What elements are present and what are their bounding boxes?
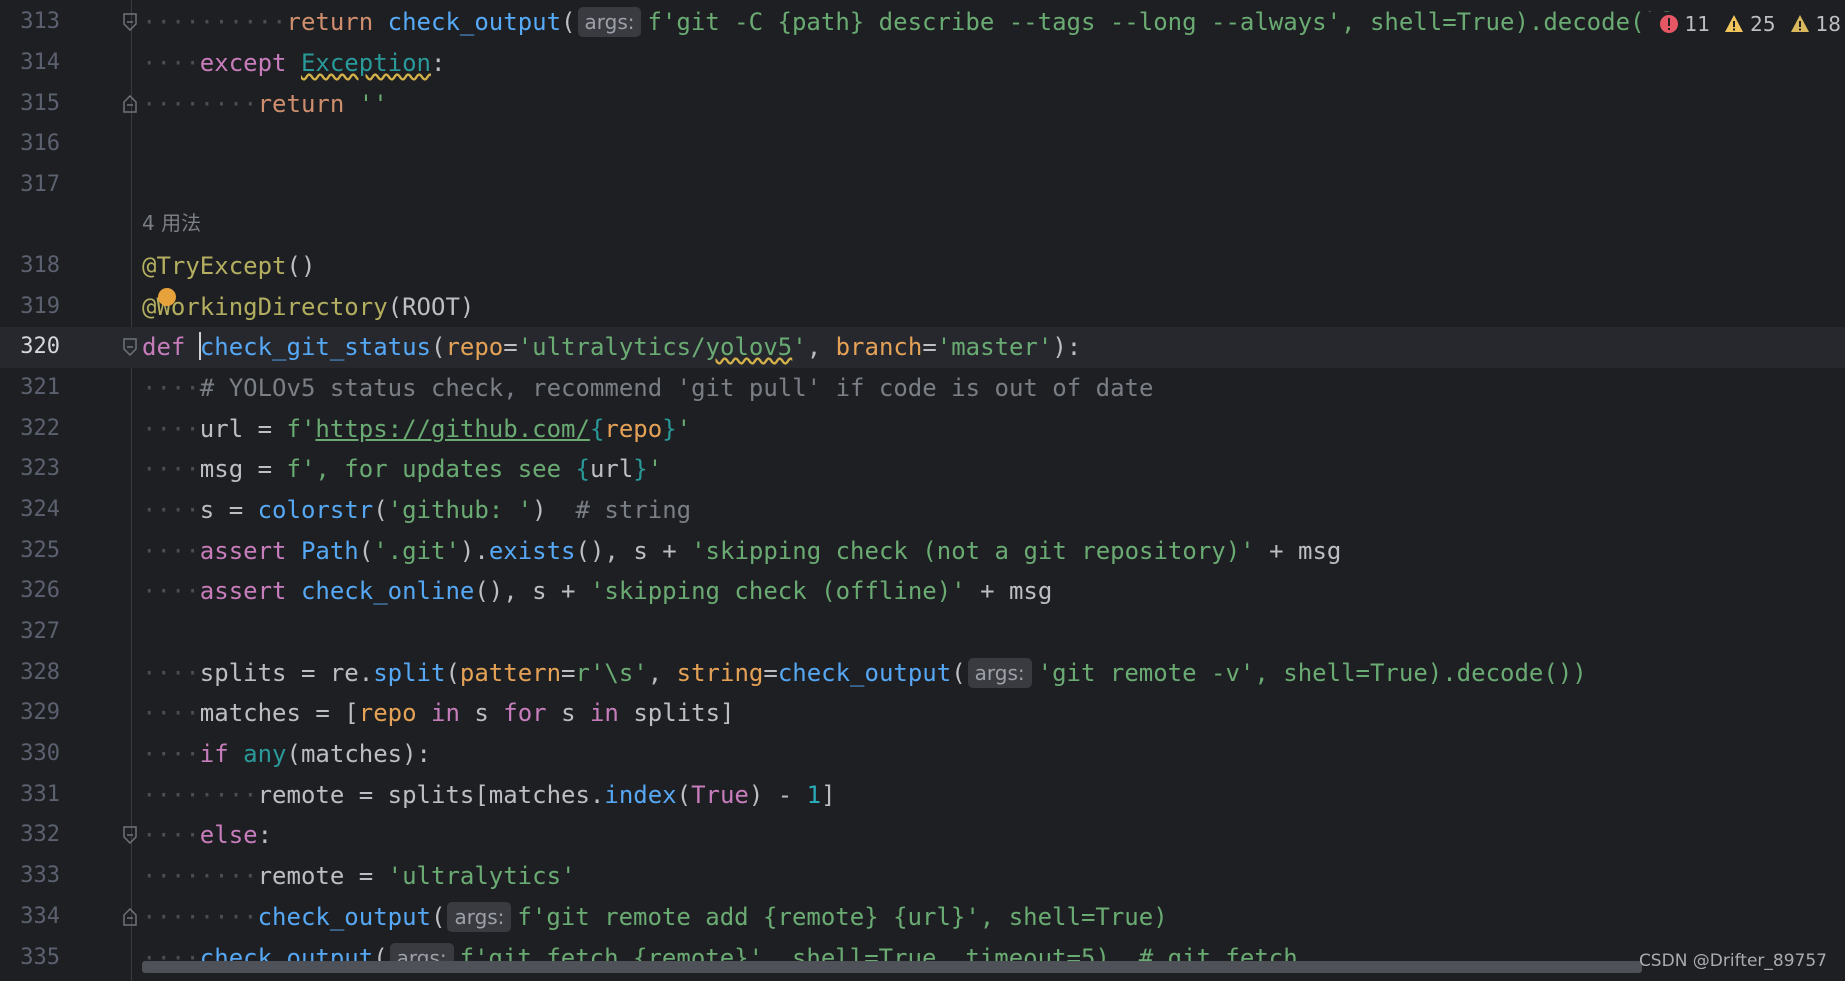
horizontal-scrollbar[interactable] [142, 961, 1642, 973]
code-line[interactable]: 323 ····msg = f', for updates see {url}' [0, 449, 1845, 490]
line-number: 317 [20, 172, 60, 197]
line-number: 319 [20, 294, 60, 319]
line-number: 313 [20, 9, 60, 34]
code-line[interactable]: 325 ····assert Path('.git').exists(), s … [0, 531, 1845, 572]
code-editor[interactable]: 313 ··········return check_output(args: f… [0, 0, 1845, 981]
line-number: 335 [20, 945, 60, 970]
code-line[interactable]: 315 ········return '' [0, 84, 1845, 125]
line-number: 316 [20, 131, 60, 156]
code-text: ····url = f'https://github.com/{repo}' [142, 415, 692, 443]
inspection-widget[interactable]: 11 25 18 [1646, 12, 1845, 36]
code-line[interactable]: 324 ····s = colorstr('github: ') # strin… [0, 490, 1845, 531]
warning-count-label: 25 [1750, 12, 1776, 36]
line-number: 314 [20, 50, 60, 75]
weak-warning-icon [1790, 15, 1809, 32]
code-text: ····assert check_online(), s + 'skipping… [142, 577, 1053, 605]
weak-warning-count[interactable]: 18 [1790, 12, 1841, 36]
code-line[interactable]: 333 ········remote = 'ultralytics' [0, 856, 1845, 897]
code-line[interactable]: 328 ····splits = re.split(pattern=r'\s',… [0, 653, 1845, 694]
fold-marker-icon[interactable] [122, 13, 138, 31]
inlay-hint: args: [967, 658, 1032, 688]
line-number: 331 [20, 782, 60, 807]
code-text: ····assert Path('.git').exists(), s + 's… [142, 537, 1342, 565]
code-text: ····s = colorstr('github: ') # string [142, 496, 692, 524]
code-line[interactable]: 331 ········remote = splits[matches.inde… [0, 775, 1845, 816]
inlay-hint: args: [447, 902, 512, 932]
code-line[interactable]: 330 ····if any(matches): [0, 734, 1845, 775]
code-line[interactable]: 313 ··········return check_output(args: f… [0, 2, 1845, 43]
code-text: ········remote = splits[matches.index(Tr… [142, 781, 836, 809]
code-text: ····else: [142, 821, 273, 849]
line-number: 323 [20, 456, 60, 481]
code-line[interactable]: 334 ········check_output(args: f'git remo… [0, 897, 1845, 938]
intention-bulb-icon[interactable] [158, 288, 176, 306]
watermark: CSDN @Drifter_89757 [1638, 951, 1827, 971]
code-text: @WorkingDirectory(ROOT) [142, 293, 475, 321]
line-number: 329 [20, 700, 60, 725]
code-text: ··········return check_output(args: f'git… [142, 7, 1717, 37]
code-line[interactable]: 321 ····# YOLOv5 status check, recommend… [0, 368, 1845, 409]
code-line[interactable]: 322 ····url = f'https://github.com/{repo… [0, 409, 1845, 450]
line-number: 321 [20, 375, 60, 400]
code-line[interactable]: 332 ····else: [0, 815, 1845, 856]
warning-count[interactable]: 25 [1724, 12, 1776, 36]
error-count[interactable]: 11 [1659, 12, 1710, 36]
line-number: 332 [20, 822, 60, 847]
code-text: ····except Exception: [142, 49, 446, 77]
fold-marker-icon[interactable] [122, 338, 138, 356]
line-number: 315 [20, 91, 60, 116]
fold-marker-icon[interactable] [122, 826, 138, 844]
line-number: 320 [20, 334, 60, 359]
code-line[interactable]: 327 [0, 612, 1845, 653]
code-text: ········return '' [142, 90, 388, 118]
code-text: ····splits = re.split(pattern=r'\s', str… [142, 658, 1587, 688]
line-number: 327 [20, 619, 60, 644]
line-number: 322 [20, 416, 60, 441]
code-line[interactable]: 317 [0, 165, 1845, 206]
code-text: ········check_output(args: f'git remote a… [142, 902, 1168, 932]
code-text: def check_git_status(repo='ultralytics/y… [142, 332, 1082, 361]
line-number: 318 [20, 253, 60, 278]
code-text: ····msg = f', for updates see {url}' [142, 455, 663, 483]
line-number: 324 [20, 497, 60, 522]
weak-warning-count-label: 18 [1815, 12, 1841, 36]
code-text: ····# YOLOv5 status check, recommend 'gi… [142, 374, 1154, 402]
line-number: 326 [20, 578, 60, 603]
usages-hint[interactable]: 4 用法 [142, 207, 201, 236]
code-line-current[interactable]: 320 def check_git_status(repo='ultralyti… [0, 327, 1845, 368]
code-line[interactable]: 314 ····except Exception: [0, 43, 1845, 84]
line-number: 330 [20, 741, 60, 766]
fold-marker-icon[interactable] [122, 95, 138, 113]
code-line[interactable]: 326 ····assert check_online(), s + 'skip… [0, 571, 1845, 612]
line-number: 325 [20, 538, 60, 563]
code-text: ····matches = [repo in s for s in splits… [142, 699, 735, 727]
fold-marker-icon[interactable] [122, 908, 138, 926]
error-count-label: 11 [1684, 12, 1711, 36]
code-text: @TryExcept() [142, 252, 316, 280]
line-number: 334 [20, 904, 60, 929]
error-icon [1659, 15, 1678, 33]
warning-icon [1725, 15, 1744, 32]
code-line[interactable]: 329 ····matches = [repo in s for s in sp… [0, 693, 1845, 734]
line-number: 333 [20, 863, 60, 888]
line-number: 328 [20, 660, 60, 685]
code-line[interactable]: 318 @TryExcept() [0, 246, 1845, 287]
inlay-hint: args: [577, 7, 642, 37]
code-line[interactable]: 316 [0, 124, 1845, 165]
code-line[interactable]: 319 @WorkingDirectory(ROOT) [0, 287, 1845, 328]
code-text: ····if any(matches): [142, 740, 432, 768]
code-text: ········remote = 'ultralytics' [142, 862, 576, 890]
